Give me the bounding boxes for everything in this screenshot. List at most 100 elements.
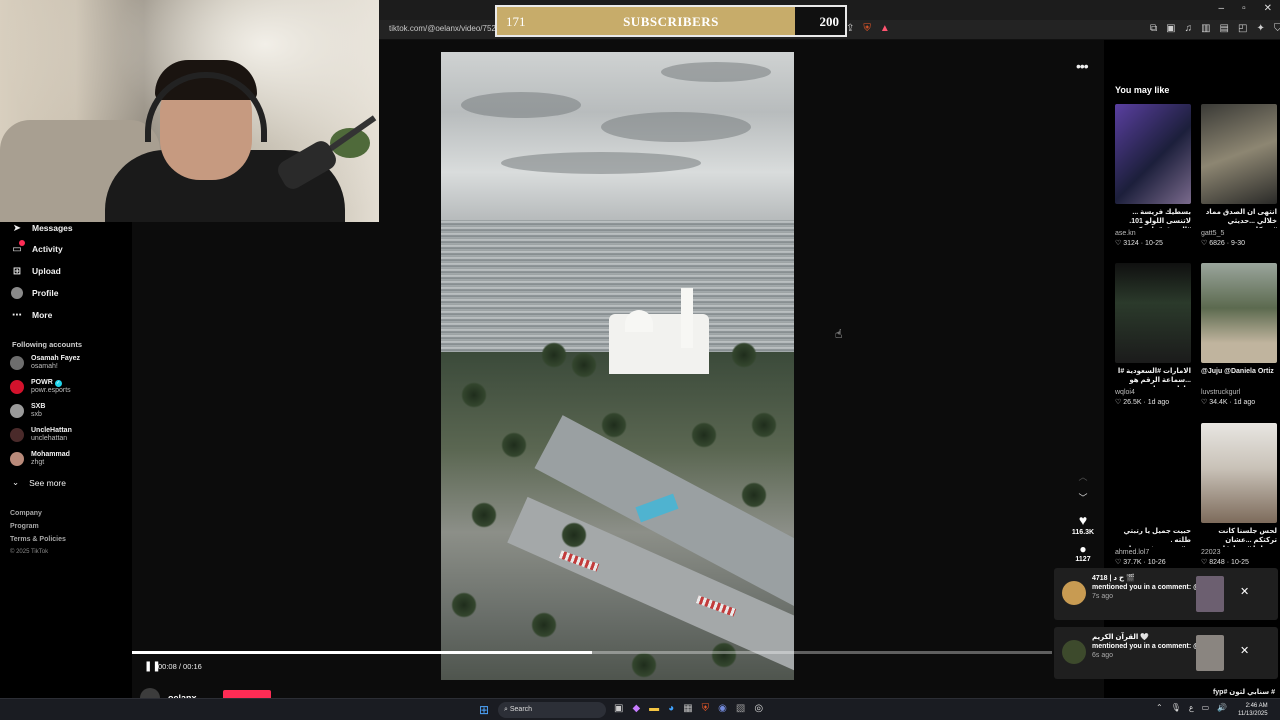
- wallet-icon[interactable]: ▣: [1166, 23, 1175, 34]
- comment-icon[interactable]: ●: [1068, 542, 1098, 556]
- footer-link-program[interactable]: Program: [10, 523, 39, 530]
- address-bar[interactable]: tiktok.com/@oelanx/video/752013: [389, 24, 509, 33]
- account-avatar: [10, 356, 24, 370]
- search-label: Search: [509, 706, 533, 713]
- copyright: © 2025 TikTok: [10, 549, 49, 555]
- maximize-button[interactable]: ▫: [1242, 3, 1246, 14]
- recommendation-card[interactable]: انتهى ان الصدق مماد خلالي ...حديثي #بودك…: [1201, 104, 1277, 247]
- card-thumbnail[interactable]: [1115, 423, 1191, 523]
- extension-icon[interactable]: ⧉: [1150, 23, 1157, 34]
- sidebar-item-label: Messages: [32, 223, 73, 233]
- close-window-button[interactable]: ✕: [1264, 3, 1272, 14]
- video-palm: [741, 482, 767, 508]
- card-caption: الامارات #السعودية #ا ...سماعة الرقم هو …: [1117, 368, 1191, 387]
- sidebar-item-more[interactable]: ⋯ More: [10, 308, 52, 322]
- volume-icon[interactable]: 🔊: [1217, 703, 1227, 712]
- copilot-icon[interactable]: ◆: [632, 703, 640, 714]
- card-username[interactable]: ahmed.lol7: [1115, 549, 1191, 556]
- tab-icon[interactable]: ◰: [1238, 23, 1247, 34]
- plus-square-icon: ⊞: [12, 265, 22, 277]
- recommendation-card[interactable]: لحس جلسنا كانت تركتكم ...عشان ترسلها #مس…: [1201, 423, 1277, 566]
- edge-icon[interactable]: ◕: [668, 703, 674, 714]
- notification-thumbnail: [1196, 635, 1224, 671]
- taskbar-clock[interactable]: 2:46 AM 11/13/2025: [1238, 702, 1268, 718]
- sidebar-item-profile[interactable]: Profile: [10, 286, 58, 300]
- recommendation-card[interactable]: بسطيك فريسة ... لاتنسى اللولو 101. #الشر…: [1115, 104, 1191, 247]
- card-username[interactable]: gatt5_5: [1201, 230, 1277, 237]
- music-icon[interactable]: ♫: [1185, 23, 1193, 34]
- video-player[interactable]: [441, 52, 794, 680]
- close-icon[interactable]: ✕: [1240, 585, 1249, 598]
- footer-link-terms[interactable]: Terms & Policies: [10, 536, 66, 543]
- card-username[interactable]: wqloi4: [1115, 389, 1191, 396]
- video-palm: [451, 592, 477, 618]
- app-icon[interactable]: ▧: [736, 703, 745, 714]
- discord-icon[interactable]: ◉: [718, 703, 727, 714]
- mic-icon[interactable]: 🎙: [1171, 703, 1181, 712]
- card-thumbnail[interactable]: [1115, 104, 1191, 204]
- close-icon[interactable]: ✕: [1240, 644, 1249, 657]
- see-more-button[interactable]: ⌄ See more: [12, 477, 66, 488]
- clock-date: 11/13/2025: [1238, 711, 1268, 717]
- recommendation-card[interactable]: الامارات #السعودية #ا ...سماعة الرقم هو …: [1115, 263, 1191, 406]
- file-explorer-icon[interactable]: ▬: [649, 703, 659, 714]
- chevron-up-icon[interactable]: ⌃: [1156, 703, 1163, 712]
- obs-icon[interactable]: ◎: [754, 703, 763, 714]
- minimize-button[interactable]: –: [1219, 3, 1225, 14]
- account-name: Mohammad: [31, 451, 70, 458]
- brave-icon[interactable]: ⛨: [702, 703, 710, 714]
- card-thumbnail[interactable]: [1201, 263, 1277, 363]
- card-thumbnail[interactable]: [1115, 263, 1191, 363]
- notification-toast[interactable]: القرآن الكريم 🤍 mentioned you in a comme…: [1054, 627, 1278, 679]
- card-username[interactable]: ase.kn: [1115, 230, 1191, 237]
- video-cloud: [461, 92, 581, 118]
- heart-icon: ♡: [1115, 559, 1124, 566]
- card-thumbnail[interactable]: [1201, 104, 1277, 204]
- heart-icon: ♡: [1115, 240, 1124, 247]
- sidebar-item-activity[interactable]: ▭ Activity: [10, 240, 63, 256]
- mouse-pointer-icon: ☝: [835, 327, 843, 341]
- account-handle: osamah!: [31, 363, 58, 370]
- following-account[interactable]: POWR ✓ powr.esports: [10, 379, 71, 395]
- recommendation-card[interactable]: حبيت جميل يا رتبتي طلته . ...#تصميم_فيدي…: [1115, 423, 1191, 566]
- brave-rewards-icon[interactable]: ▲: [880, 23, 890, 34]
- notification-toast[interactable]: 4718 | ح د 🎬 mentioned you in a comment:…: [1054, 568, 1278, 620]
- sidebar-item-label: Upload: [32, 266, 61, 276]
- heart-icon: ♡: [1201, 559, 1210, 566]
- account-handle: powr.esports: [31, 387, 71, 394]
- brave-shield-icon[interactable]: ⛨: [863, 23, 871, 34]
- notification-avatar: [1062, 581, 1086, 605]
- taskbar-search[interactable]: ⌕ Search: [498, 702, 606, 718]
- next-video-button[interactable]: ﹀: [1068, 491, 1098, 504]
- following-account[interactable]: Osamah Fayez osamah!: [10, 355, 80, 371]
- more-options-button[interactable]: •••: [1076, 58, 1089, 74]
- following-account[interactable]: SXB sxb: [10, 403, 45, 419]
- card-thumbnail[interactable]: [1201, 423, 1277, 523]
- card-username[interactable]: 22023: [1201, 549, 1277, 556]
- video-palm: [461, 382, 487, 408]
- card-username[interactable]: luvstruckgurl: [1201, 389, 1277, 396]
- vpn-icon[interactable]: ⛉: [1274, 23, 1280, 34]
- keyboard-language-icon[interactable]: ع: [1189, 703, 1194, 712]
- store-icon[interactable]: ▦: [683, 703, 692, 714]
- previous-video-button[interactable]: ︿: [1068, 470, 1098, 483]
- recommendation-card[interactable]: @Juju @Daniela Ortiz luvstruckgurl ♡ 34.…: [1201, 263, 1277, 406]
- windows-start-icon[interactable]: ⊞: [479, 703, 489, 717]
- card-likes: 26.5K: [1123, 399, 1142, 406]
- task-view-icon[interactable]: ▣: [614, 703, 623, 714]
- sidebar-item-messages[interactable]: ➤ Messages: [10, 221, 73, 235]
- sidebar-item-upload[interactable]: ⊞ Upload: [10, 264, 61, 278]
- reading-list-icon[interactable]: ▤: [1220, 23, 1229, 34]
- puzzle-icon[interactable]: ✦: [1256, 23, 1264, 34]
- following-account[interactable]: Mohammad zhgt: [10, 451, 70, 467]
- footer-link-company[interactable]: Company: [10, 510, 42, 517]
- following-account[interactable]: UncleHattan unclehattan: [10, 427, 72, 443]
- video-progress-bar[interactable]: [132, 651, 1052, 654]
- network-icon[interactable]: ▭: [1202, 703, 1210, 712]
- sidebar-icon[interactable]: ▥: [1201, 23, 1210, 34]
- card-likes: 8248: [1209, 559, 1225, 566]
- card-likes: 34.4K: [1209, 399, 1228, 406]
- share-icon[interactable]: ⇪: [846, 23, 854, 34]
- video-palm: [711, 642, 737, 668]
- heart-icon[interactable]: ♥: [1068, 512, 1098, 528]
